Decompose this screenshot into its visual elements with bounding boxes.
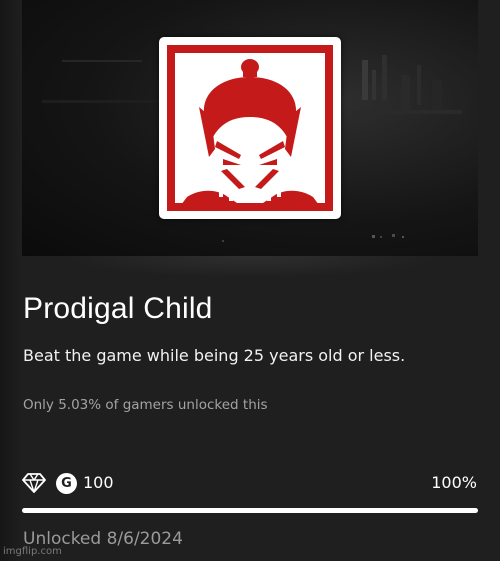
achievement-title: Prodigal Child bbox=[23, 292, 213, 325]
diamond-icon bbox=[22, 473, 46, 493]
imgflip-watermark: imgflip.com bbox=[3, 546, 62, 557]
hero-glow bbox=[60, 256, 440, 278]
achievement-card: Prodigal Child Beat the game while being… bbox=[0, 0, 500, 561]
gamerscore-icon: G bbox=[56, 473, 77, 494]
samurai-face-icon bbox=[159, 37, 341, 219]
gamerscore-value: 100 bbox=[83, 473, 114, 492]
card-edge-shade bbox=[0, 0, 22, 561]
progress-bar bbox=[22, 508, 478, 513]
rarity-text: Only 5.03% of gamers unlocked this bbox=[23, 397, 268, 413]
progress-percent: 100% bbox=[431, 473, 477, 492]
progress-bar-fill bbox=[22, 508, 478, 513]
achievement-description: Beat the game while being 25 years old o… bbox=[23, 346, 406, 365]
